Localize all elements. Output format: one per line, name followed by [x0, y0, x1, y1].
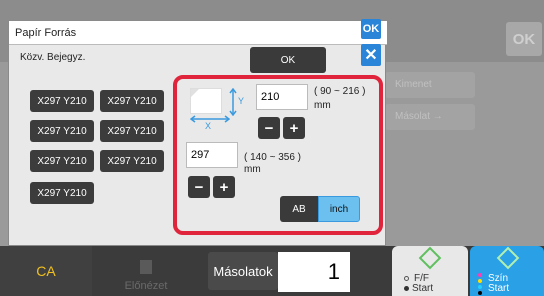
y-axis-label: Y [238, 96, 245, 106]
x-range-label: ( 140 ~ 356 ) [244, 152, 301, 163]
background-row: Kimenet [385, 72, 475, 98]
size-preset-button[interactable]: X297 Y210 [100, 120, 164, 142]
close-icon[interactable]: ✕ [361, 44, 381, 66]
unit-inch-button[interactable]: inch [318, 196, 360, 222]
preview-button[interactable]: Előnézet [96, 246, 196, 296]
background-ok-button: OK [506, 22, 542, 56]
size-preset-button[interactable]: X297 Y210 [30, 120, 94, 142]
size-preset-button[interactable]: X297 Y210 [30, 182, 94, 204]
color-dot-icon [478, 279, 482, 283]
background-row: Másolat → [385, 104, 475, 130]
color-start-label: Start [488, 283, 510, 294]
size-preset-button[interactable]: X297 Y210 [30, 90, 94, 112]
direct-entry-label: Közv. Bejegyz. [20, 52, 86, 63]
size-preset-button[interactable]: X297 Y210 [100, 150, 164, 172]
y-range-label: ( 90 ~ 216 ) [314, 86, 366, 97]
bw-start-label: Start [412, 283, 434, 294]
y-dimension-arrow-icon [229, 88, 237, 116]
color-dot-icon [478, 273, 482, 277]
ok-button[interactable]: OK [250, 47, 326, 73]
unit-ab-button[interactable]: AB [280, 196, 318, 222]
size-preset-button[interactable]: X297 Y210 [30, 150, 94, 172]
color-dot-icon [478, 285, 482, 289]
copies-button[interactable]: Másolatok [208, 252, 278, 290]
x-size-input[interactable]: 297 [186, 142, 238, 168]
y-minus-button[interactable]: − [258, 117, 280, 139]
y-size-input[interactable]: 210 [256, 84, 308, 110]
preview-icon [140, 260, 152, 274]
dialog-title: Papír Forrás [9, 21, 387, 45]
bw-dot-icon [404, 286, 409, 291]
background-row-label: Kimenet [395, 79, 432, 90]
x-unit-label: mm [244, 164, 261, 175]
color-dot-icon [478, 291, 482, 295]
bw-dot-icon [404, 276, 409, 281]
y-plus-button[interactable]: + [283, 117, 305, 139]
x-axis-label: X [205, 121, 212, 131]
x-plus-button[interactable]: + [213, 176, 235, 198]
start-diamond-icon [496, 246, 520, 270]
background-row-label: Másolat → [395, 111, 443, 122]
color-start-button[interactable]: Szín Start [470, 246, 544, 296]
start-diamond-icon [418, 246, 442, 270]
x-minus-button[interactable]: − [188, 176, 210, 198]
y-unit-label: mm [314, 100, 331, 111]
bw-start-button[interactable]: F/F Start [392, 246, 468, 296]
preview-label: Előnézet [124, 280, 168, 292]
ca-button[interactable]: CA [0, 246, 92, 296]
dialog-ok-corner-button[interactable]: OK [361, 19, 381, 39]
copies-count-field[interactable]: 1 [278, 252, 350, 292]
paper-size-icon [190, 88, 222, 114]
size-preset-button[interactable]: X297 Y210 [100, 90, 164, 112]
